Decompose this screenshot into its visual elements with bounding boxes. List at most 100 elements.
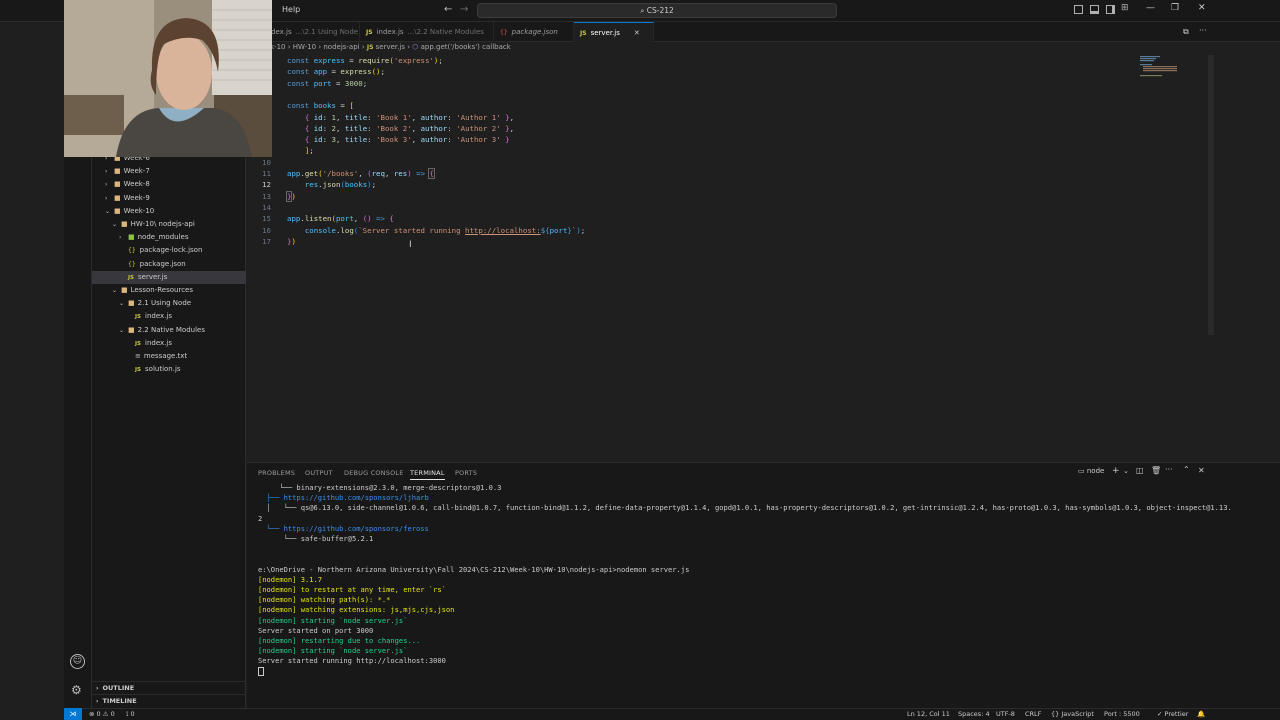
breadcrumb-segment[interactable]: app.get('/books') callback [421,43,511,51]
terminal-icon: ▭ [1078,467,1087,475]
tree-item-label: HW-10\ nodejs-api [130,220,195,228]
close-panel-icon[interactable]: ✕ [1198,466,1205,475]
layout-icon[interactable]: ⊞ [1121,3,1129,13]
breadcrumb-segment[interactable]: server.js [376,43,405,51]
tree-item[interactable]: ⌄ ■ HW-10\ nodejs-api [92,218,246,231]
js-file-icon: JS [135,340,142,347]
node-modules-folder-icon: ■ [128,233,135,242]
tab-problems[interactable]: PROBLEMS [258,469,295,477]
folder-open-icon: ■ [121,286,128,294]
tree-item[interactable]: ⌄ ■ Lesson-Resources [92,284,246,297]
more-actions-icon[interactable]: ··· [1165,465,1173,474]
minimize-icon[interactable]: — [1146,3,1155,13]
cursor-position[interactable]: Ln 12, Col 11 [907,709,950,720]
prettier-status[interactable]: ✓ Prettier [1157,709,1188,720]
tree-item[interactable]: › ■ node_modules [92,231,246,244]
tab-debug-console[interactable]: DEBUG CONSOLE [344,469,404,477]
editor-scrollbar[interactable] [1208,55,1214,335]
restore-icon[interactable]: ❐ [1171,3,1179,13]
outline-section[interactable]: › OUTLINE [92,681,246,694]
tree-item[interactable]: › ■ Week-8 [92,178,246,191]
folder-icon: ■ [114,193,121,202]
split-terminal-icon[interactable]: ◫ [1136,466,1144,475]
breadcrumb-segment[interactable]: HW-10 [293,43,316,51]
tree-item[interactable]: › ■ Week-9 [92,192,246,205]
command-center-search[interactable]: ⌕ CS-212 [477,3,837,18]
tree-item[interactable]: JS index.js [92,310,246,323]
line-ending[interactable]: CRLF [1025,709,1041,720]
terminal-line: [nodemon] starting `node server.js` [258,615,408,625]
ports-status[interactable]: ⟟ 0 [126,709,135,720]
language-mode[interactable]: {} JavaScript [1051,709,1094,720]
tree-item[interactable]: {} package-lock.json [92,244,246,257]
split-editor-icon[interactable]: ⧉ [1183,27,1189,37]
breadcrumb-segment[interactable]: k-10 [270,43,286,51]
breadcrumb-segment[interactable]: nodejs-api [323,43,359,51]
tree-item-label: Week-9 [123,193,150,202]
tree-item-label: 2.1 Using Node [137,299,192,308]
terminal-line: Server started on port 3000 [258,625,374,635]
menu-help[interactable]: Help [282,5,300,14]
tab-package-json[interactable]: {} package.json [494,22,574,42]
tree-item[interactable]: {} package.json [92,258,246,271]
trash-icon[interactable]: 🗑 [1151,466,1161,475]
toggle-secondary-sidebar-icon[interactable] [1106,5,1115,14]
minimap[interactable] [1138,55,1186,79]
tree-item[interactable]: ⌄ ■ Week-10 [92,205,246,218]
line-number: 11 [262,169,271,178]
remote-indicator[interactable]: ⋊ [64,708,82,720]
terminal-shell-selector[interactable]: ▭ node [1078,467,1104,475]
code-editor[interactable]: 1const express = require('express'); 2co… [247,55,1207,460]
maximize-panel-icon[interactable]: ⌃ [1183,465,1190,474]
text-file-icon: ≡ [135,352,141,360]
tab-label: package.json [511,28,558,36]
json-file-icon: {} [128,247,136,255]
toggle-panel-icon[interactable] [1090,5,1099,14]
encoding[interactable]: UTF-8 [996,709,1015,720]
tab-index-js-2-2[interactable]: JS index.js ...\2.2 Native Modules [360,22,494,42]
account-icon[interactable]: ☺ [70,654,85,669]
tab-ports[interactable]: PORTS [455,469,477,477]
settings-gear-icon[interactable]: ⚙ [71,683,82,697]
forward-arrow-icon[interactable]: → [460,4,468,15]
line-number: 17 [262,236,271,246]
bell-icon[interactable]: 🔔 [1197,709,1205,720]
timeline-section[interactable]: › TIMELINE [92,694,246,707]
tree-item[interactable]: JS index.js [92,337,246,350]
tree-item[interactable]: › ■ Week-7 [92,165,246,178]
new-terminal-icon[interactable]: + [1112,466,1120,476]
toggle-sidebar-icon[interactable] [1074,5,1083,14]
tab-description: ...\2.1 Using Node [295,28,359,36]
more-actions-icon[interactable]: ··· [1199,26,1207,35]
explorer-sidebar: › ■ Week-6 › ■ Week-7 › ■ Week-8 › ■ Week-9 ⌄ ■ Week-1… [92,154,246,708]
tree-item[interactable]: ≡ message.txt [92,350,246,363]
folder-icon: ■ [114,167,121,176]
tree-item[interactable]: ⌄ ■ 2.1 Using Node [92,297,246,310]
tree-item-label: Week-8 [123,180,150,189]
ports-count: 0 [130,710,135,718]
tree-item-label: message.txt [143,352,188,360]
terminal-line: [nodemon] watching path(s): *.* [258,595,391,605]
tree-item[interactable]: JS solution.js [92,363,246,376]
tree-item-label: server.js [138,272,168,281]
editor-tab-bar: dex.js ...\2.1 Using Node JS index.js ...\2… [246,22,1280,42]
line-number: 10 [262,157,271,167]
tab-terminal[interactable]: TERMINAL [410,469,445,480]
tab-server-js[interactable]: JS server.js ✕ [574,22,654,42]
status-bar: ⊗ 0 ⚠ 0 ⟟ 0 Ln 12, Col 11 Spaces: 4 UTF-… [64,708,1280,720]
tree-item[interactable]: ⌄ ■ 2.2 Native Modules [92,324,246,337]
line-number: 16 [262,225,271,235]
indentation[interactable]: Spaces: 4 [958,709,990,720]
live-server-port[interactable]: Port : 5500 [1104,709,1140,720]
tab-index-js-2-1[interactable]: dex.js ...\2.1 Using Node [268,22,360,42]
tree-item[interactable]: JS server.js [92,270,246,284]
close-tab-icon[interactable]: ✕ [634,29,640,37]
chevron-right-icon: › [105,168,108,176]
problems-status[interactable]: ⊗ 0 ⚠ 0 [89,709,115,720]
tab-output[interactable]: OUTPUT [305,469,333,477]
back-arrow-icon[interactable]: ← [444,4,452,15]
tree-item-label: solution.js [145,365,181,374]
tree-item-label: Week-10 [123,206,155,215]
chevron-down-icon[interactable]: ⌄ [1123,467,1129,475]
close-window-icon[interactable]: ✕ [1198,3,1206,13]
